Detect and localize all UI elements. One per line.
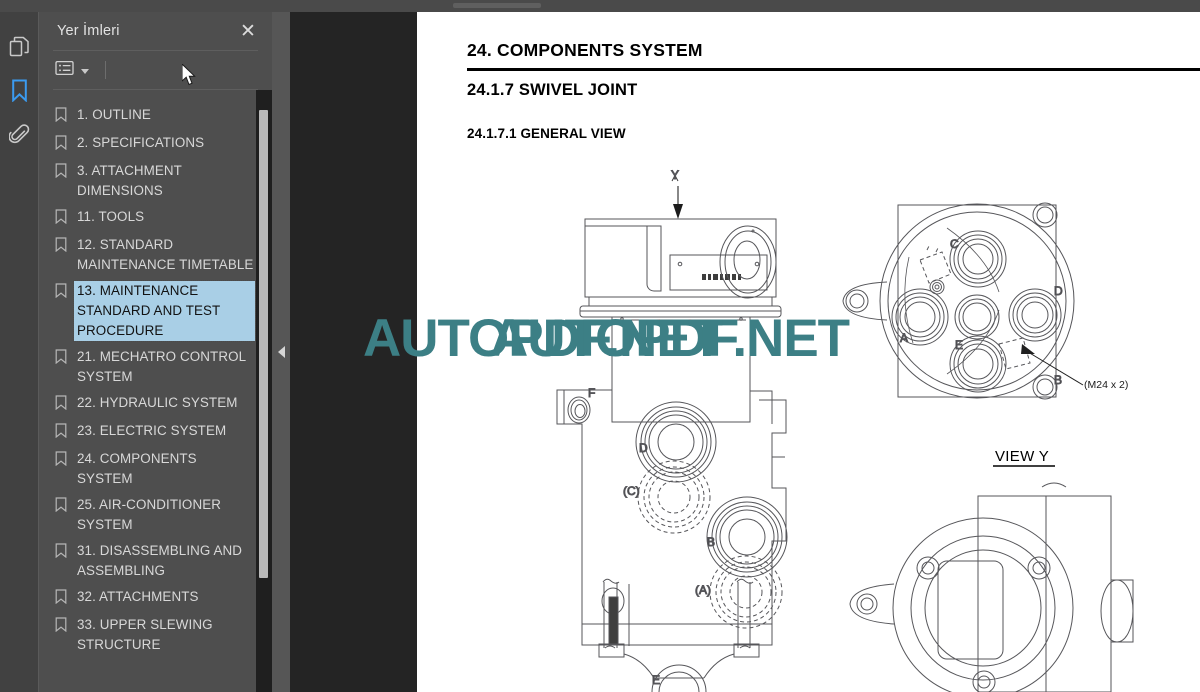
label-view-a: A xyxy=(900,331,908,345)
bookmark-item[interactable]: 2. SPECIFICATIONS xyxy=(39,130,273,158)
label-f: F xyxy=(588,386,595,400)
bookmark-bullet-icon xyxy=(55,421,77,443)
bottom-flange-drawing xyxy=(849,482,1134,692)
bookmark-item-label: 13. MAINTENANCE STANDARD AND TEST PROCED… xyxy=(73,280,256,342)
bookmark-bullet-icon xyxy=(55,541,77,563)
label-a: (A) xyxy=(695,583,711,597)
label-view-c: C xyxy=(950,237,959,251)
bookmark-item-label: 31. DISASSEMBLING AND ASSEMBLING xyxy=(77,543,243,578)
bookmark-item[interactable]: 31. DISASSEMBLING AND ASSEMBLING xyxy=(39,538,273,584)
bookmark-item[interactable]: 32. ATTACHMENTS xyxy=(39,584,273,612)
port-c-hidden xyxy=(637,460,711,534)
pdf-reader-window: Yer İmleri ✕ 1. OUTLINE2. SPECIFICATION xyxy=(0,0,1200,692)
bookmark-item-label: 12. STANDARD MAINTENANCE TIMETABLE xyxy=(77,237,254,272)
bookmark-item-label: 21. MECHATRO CONTROL SYSTEM xyxy=(77,349,246,384)
bookmark-item-label: 24. COMPONENTS SYSTEM xyxy=(77,451,197,486)
port-a-hidden xyxy=(709,555,783,629)
bookmark-item[interactable]: 11. TOOLS xyxy=(39,204,273,232)
mouse-cursor xyxy=(181,62,197,91)
top-bar-handle xyxy=(453,3,541,8)
bookmark-item-label: 11. TOOLS xyxy=(77,209,145,224)
bookmark-bullet-icon xyxy=(55,207,77,229)
bookmark-item[interactable]: 13. MAINTENANCE STANDARD AND TEST PROCED… xyxy=(39,278,273,344)
bookmark-item[interactable]: 3. ATTACHMENT DIMENSIONS xyxy=(39,158,273,204)
bookmark-item-label: 33. UPPER SLEWING STRUCTURE xyxy=(77,617,213,652)
watermark-text-shadow: AUTOPDF.NET xyxy=(363,309,723,368)
bookmark-list[interactable]: 1. OUTLINE 2. SPECIFICATIONS 3. ATTACHMENT… xyxy=(39,102,273,692)
bookmarks-scrollbar-thumb[interactable] xyxy=(259,110,268,578)
label-c: (C) xyxy=(623,484,640,498)
bookmark-item[interactable]: 21. MECHATRO CONTROL SYSTEM xyxy=(39,344,273,390)
sidebar-icon-rail xyxy=(0,12,38,692)
bookmark-item[interactable]: 24. COMPONENTS SYSTEM xyxy=(39,446,273,492)
panel-collapse-strip[interactable] xyxy=(272,12,290,692)
window-top-bar xyxy=(0,0,1200,12)
bookmark-bullet-icon xyxy=(55,495,77,517)
bookmark-item-label: 22. HYDRAULIC SYSTEM xyxy=(77,395,238,410)
bookmark-options-button[interactable] xyxy=(53,58,91,83)
bookmark-item[interactable]: 23. ELECTRIC SYSTEM xyxy=(39,418,273,446)
list-options-icon xyxy=(55,60,74,81)
panel-divider-bottom xyxy=(53,89,258,90)
bookmark-bullet-icon xyxy=(55,133,77,155)
bookmark-item[interactable]: 1. OUTLINE xyxy=(39,102,273,130)
view-y-drawing: C D A E B xyxy=(842,202,1084,400)
bookmark-bullet-icon xyxy=(55,615,77,637)
pages-icon[interactable] xyxy=(2,24,36,68)
label-view-e: E xyxy=(955,338,963,352)
bookmark-item-label: 3. ATTACHMENT DIMENSIONS xyxy=(77,163,182,198)
bookmark-item[interactable]: 33. UPPER SLEWING STRUCTURE xyxy=(39,612,273,658)
bookmark-bullet-icon xyxy=(55,587,77,609)
port-d xyxy=(635,401,717,483)
label-b: B xyxy=(707,535,715,549)
bookmarks-panel: Yer İmleri ✕ 1. OUTLINE2. SPECIFICATION xyxy=(38,12,272,692)
bookmarks-panel-title: Yer İmleri xyxy=(57,23,120,39)
label-view-d: D xyxy=(1054,284,1063,298)
bookmark-item[interactable]: 12. STANDARD MAINTENANCE TIMETABLE xyxy=(39,232,273,278)
port-b xyxy=(706,496,788,578)
chevron-left-icon xyxy=(277,346,285,358)
bookmark-bullet-icon xyxy=(55,393,77,415)
arrow-label-y: Y xyxy=(671,168,679,182)
bookmark-bullet-icon xyxy=(55,347,77,369)
bookmarks-toolbar xyxy=(39,51,272,89)
attachment-icon[interactable] xyxy=(2,112,36,156)
toolbar-separator xyxy=(105,61,106,79)
bookmark-item-label: 32. ATTACHMENTS xyxy=(77,589,199,604)
bookmark-icon[interactable] xyxy=(2,68,36,112)
bookmark-item[interactable]: 22. HYDRAULIC SYSTEM xyxy=(39,390,273,418)
label-view-b2: B xyxy=(1054,373,1062,387)
view-caption: VIEW Y xyxy=(995,448,1049,465)
bookmark-bullet-icon xyxy=(55,105,77,127)
bookmark-bullet-icon xyxy=(55,449,77,471)
label-e: E xyxy=(652,673,660,687)
bookmark-bullet-icon xyxy=(55,161,77,183)
bookmark-item[interactable]: 25. AIR-CONDITIONER SYSTEM xyxy=(39,492,273,538)
bookmark-item-label: 1. OUTLINE xyxy=(77,107,151,122)
bookmark-item-label: 25. AIR-CONDITIONER SYSTEM xyxy=(77,497,222,532)
bookmark-item-label: 23. ELECTRIC SYSTEM xyxy=(77,423,227,438)
chevron-down-icon xyxy=(81,68,89,74)
bookmark-bullet-icon xyxy=(55,235,77,257)
bookmark-item-label: 2. SPECIFICATIONS xyxy=(77,135,205,150)
pdf-viewer[interactable]: AUTOPDF.NET 24. COMPONENTS SYSTEM 24.1.7… xyxy=(290,12,1200,692)
bookmarks-panel-header: Yer İmleri ✕ xyxy=(39,12,272,50)
close-icon[interactable]: ✕ xyxy=(238,22,258,41)
thread-note: (M24 x 2) xyxy=(1084,379,1128,391)
label-d: D xyxy=(639,441,648,455)
